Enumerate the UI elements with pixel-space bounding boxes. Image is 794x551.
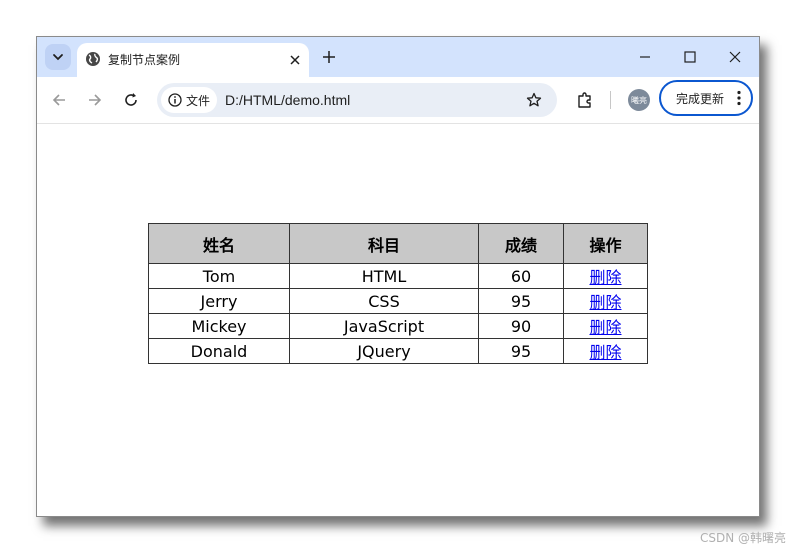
arrow-left-icon bbox=[52, 94, 65, 106]
cell-subject: JQuery bbox=[289, 338, 479, 364]
back-button[interactable] bbox=[47, 88, 71, 112]
info-icon bbox=[168, 93, 182, 107]
site-info-chip[interactable]: 文件 bbox=[161, 87, 217, 113]
browser-toolbar: 文件 D:/HTML/demo.html 曦亮 完成更新 bbox=[37, 77, 759, 124]
maximize-icon bbox=[684, 51, 696, 63]
star-icon bbox=[526, 92, 542, 107]
update-button[interactable]: 完成更新 bbox=[659, 80, 753, 116]
arrow-right-icon bbox=[89, 94, 102, 106]
new-tab-button[interactable] bbox=[319, 47, 339, 67]
cell-subject: HTML bbox=[289, 263, 479, 289]
close-icon bbox=[290, 55, 300, 65]
address-bar[interactable]: 文件 D:/HTML/demo.html bbox=[157, 83, 557, 117]
cell-subject: CSS bbox=[289, 288, 479, 314]
header-score: 成绩 bbox=[478, 223, 564, 264]
cell-action: 删除 bbox=[563, 338, 648, 364]
cell-action: 删除 bbox=[563, 288, 648, 314]
site-chip-label: 文件 bbox=[186, 93, 211, 108]
table-row: Jerry CSS 95 删除 bbox=[148, 288, 648, 314]
maximize-button[interactable] bbox=[668, 41, 712, 73]
browser-window: 复制节点案例 文件 D:/HTML/demo.html 曦亮 完成更新 姓名 科… bbox=[36, 36, 760, 517]
page-content: 姓名 科目 成绩 操作 Tom HTML 60 删除 Jerry CSS 95 bbox=[37, 124, 759, 516]
reload-button[interactable] bbox=[119, 88, 143, 112]
header-action: 操作 bbox=[563, 223, 648, 264]
tab-strip: 复制节点案例 bbox=[37, 37, 759, 77]
cell-action: 删除 bbox=[563, 313, 648, 339]
header-name: 姓名 bbox=[148, 223, 290, 264]
bookmark-button[interactable] bbox=[523, 89, 545, 111]
active-tab[interactable]: 复制节点案例 bbox=[77, 43, 309, 77]
profile-avatar[interactable]: 曦亮 bbox=[628, 89, 650, 111]
cell-name: Donald bbox=[148, 338, 290, 364]
minimize-button[interactable] bbox=[623, 41, 667, 73]
more-vert-icon bbox=[737, 90, 741, 106]
score-table: 姓名 科目 成绩 操作 Tom HTML 60 删除 Jerry CSS 95 bbox=[148, 223, 648, 364]
cell-name: Mickey bbox=[148, 313, 290, 339]
close-window-button[interactable] bbox=[713, 41, 757, 73]
chevron-down-icon bbox=[53, 54, 63, 61]
delete-link[interactable]: 删除 bbox=[589, 343, 621, 362]
url-text[interactable]: D:/HTML/demo.html bbox=[225, 92, 350, 108]
extensions-button[interactable] bbox=[573, 88, 597, 112]
cell-name: Jerry bbox=[148, 288, 290, 314]
update-button-label: 完成更新 bbox=[676, 91, 725, 106]
table-row: Donald JQuery 95 删除 bbox=[148, 338, 648, 364]
reload-icon bbox=[125, 93, 137, 106]
cell-score: 95 bbox=[478, 338, 564, 364]
cell-action: 删除 bbox=[563, 263, 648, 289]
forward-button[interactable] bbox=[83, 88, 107, 112]
minimize-icon bbox=[640, 56, 650, 58]
watermark: CSDN @韩曙亮 bbox=[699, 531, 786, 545]
tab-close-button[interactable] bbox=[285, 50, 305, 70]
table-header-row: 姓名 科目 成绩 操作 bbox=[148, 223, 648, 264]
cell-score: 90 bbox=[478, 313, 564, 339]
delete-link[interactable]: 删除 bbox=[589, 268, 621, 287]
plus-icon bbox=[323, 51, 335, 63]
tab-title: 复制节点案例 bbox=[108, 53, 181, 67]
tab-search-button[interactable] bbox=[45, 44, 71, 70]
cell-score: 60 bbox=[478, 263, 564, 289]
close-icon bbox=[729, 51, 741, 63]
cell-subject: JavaScript bbox=[289, 313, 479, 339]
puzzle-icon bbox=[578, 92, 591, 108]
table-row: Mickey JavaScript 90 删除 bbox=[148, 313, 648, 339]
cell-name: Tom bbox=[148, 263, 290, 289]
delete-link[interactable]: 删除 bbox=[589, 293, 621, 312]
delete-link[interactable]: 删除 bbox=[589, 318, 621, 337]
table-row: Tom HTML 60 删除 bbox=[148, 263, 648, 289]
globe-icon bbox=[86, 52, 100, 66]
toolbar-divider bbox=[610, 91, 611, 109]
header-subject: 科目 bbox=[289, 223, 479, 264]
cell-score: 95 bbox=[478, 288, 564, 314]
